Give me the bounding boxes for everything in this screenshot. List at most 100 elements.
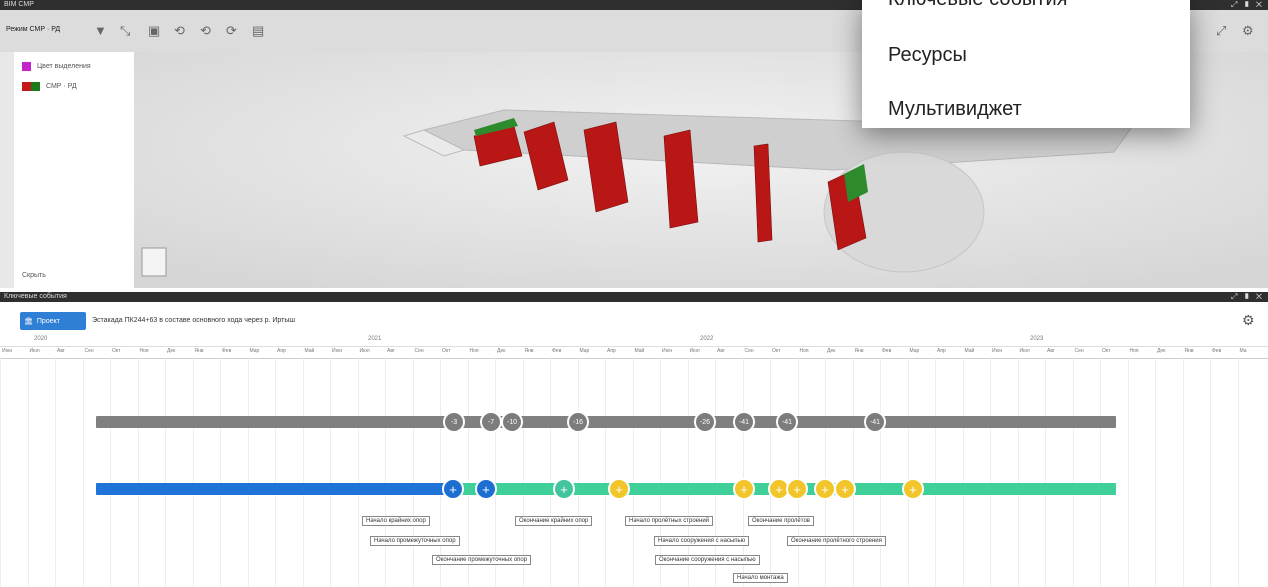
grid-line [82, 358, 84, 587]
red-swatch [22, 82, 31, 91]
event-marker[interactable]: -41 [733, 411, 755, 433]
grid-line [1210, 358, 1211, 587]
grid-line [1237, 358, 1239, 587]
settings-gear-icon[interactable]: ⚙ [1242, 23, 1254, 39]
month-label: Сен [414, 348, 424, 354]
grid-line [1100, 358, 1101, 587]
month-label: Сен [84, 348, 94, 354]
event-marker[interactable]: + [786, 478, 808, 500]
grid-line [825, 358, 826, 587]
menu-item-key-events[interactable]: Ключевые события [888, 0, 1067, 11]
building-icon: 🏛 [24, 318, 33, 325]
project-button-label: Проект [36, 317, 60, 325]
expand-icon[interactable]: ⤢ [1216, 23, 1226, 39]
event-marker[interactable]: -41 [776, 411, 798, 433]
save-icon[interactable]: ▤ [252, 23, 264, 39]
month-label: Дек [827, 348, 836, 354]
event-marker[interactable]: + [442, 478, 464, 500]
layers-icon[interactable]: ▣ [148, 23, 160, 39]
month-label: Окт [112, 348, 121, 354]
grid-line [1072, 358, 1074, 587]
legend-label: СМР · РД [46, 83, 77, 90]
month-label: Июл [359, 348, 370, 354]
filter-icon[interactable]: ▼ [94, 23, 107, 38]
grid-line [522, 358, 524, 587]
event-marker[interactable]: -41 [864, 411, 886, 433]
event-label: Начало крайних опор [362, 516, 430, 526]
grid-line [302, 358, 304, 587]
month-label: Авг [57, 348, 65, 354]
grid-line [165, 358, 166, 587]
month-label: Июн [332, 348, 343, 354]
arrows-icon[interactable]: ⤡ [120, 23, 130, 39]
bim-window-title: BIM СМР [4, 1, 34, 8]
window-controls[interactable]: ⤢ ▮ ✕ [1231, 0, 1264, 10]
event-label: Окончание промежуточных опор [432, 555, 532, 565]
month-label: Дек [497, 348, 506, 354]
mode-selector[interactable]: Режим СМР · РД [6, 26, 60, 33]
timeline-settings-icon[interactable]: ⚙ [1242, 312, 1255, 329]
grid-line [357, 358, 359, 587]
grid-line [632, 358, 634, 587]
project-button[interactable]: 🏛 Проект [20, 312, 86, 330]
event-marker[interactable]: + [834, 478, 856, 500]
rotate2-icon[interactable]: ⟲ [200, 23, 211, 39]
widget-menu: Ключевые события Ресурсы Мультивиджет [862, 0, 1190, 128]
event-marker[interactable]: -7 [480, 411, 502, 433]
grid-line [577, 358, 579, 587]
event-marker[interactable]: + [733, 478, 755, 500]
month-label: Мар [909, 348, 920, 354]
event-marker[interactable]: -26 [694, 411, 716, 433]
grid-line [660, 358, 661, 587]
month-label: Янв [524, 348, 534, 354]
grid-line [1127, 358, 1129, 587]
grid-line [715, 358, 716, 587]
event-marker[interactable]: + [553, 478, 575, 500]
month-label: Апр [607, 348, 616, 354]
grid-line [495, 358, 496, 587]
event-marker[interactable]: + [475, 478, 497, 500]
window-controls[interactable]: ⤢ ▮ ✕ [1231, 292, 1264, 302]
month-label: Ноя [1129, 348, 1139, 354]
month-label: Дек [1157, 348, 1166, 354]
month-label: Июн [2, 348, 13, 354]
month-label: Янв [854, 348, 864, 354]
event-label: Начало промежуточных опор [370, 536, 460, 546]
event-marker[interactable]: + [814, 478, 836, 500]
event-marker[interactable]: -16 [567, 411, 589, 433]
legend-item-smr[interactable]: СМР · РД [22, 82, 77, 91]
event-label: Окончание пролётов [748, 516, 814, 526]
event-marker[interactable]: -10 [501, 411, 523, 433]
grid-line [935, 358, 936, 587]
legend-label: Цвет выделения [37, 63, 91, 70]
month-label: Июл [689, 348, 700, 354]
event-label: Окончание сооружения с насыпью [655, 555, 760, 565]
event-marker[interactable]: -3 [443, 411, 465, 433]
month-label: Фев [222, 348, 232, 354]
grid-line [27, 358, 29, 587]
hide-legend-link[interactable]: Скрыть [22, 272, 46, 279]
menu-item-multiwidget[interactable]: Мультивиджет [888, 98, 1022, 121]
grid-line [605, 358, 606, 587]
grid-line [467, 358, 469, 587]
grid-line [1017, 358, 1019, 587]
month-label: Сен [744, 348, 754, 354]
month-label: Июн [662, 348, 673, 354]
legend-item-highlight[interactable]: Цвет выделения [22, 62, 91, 71]
grid-line [137, 358, 139, 587]
rotate3-icon[interactable]: ⟳ [226, 23, 237, 39]
month-label: Авг [387, 348, 395, 354]
menu-item-resources[interactable]: Ресурсы [888, 44, 967, 67]
nav-cube-icon [141, 247, 167, 277]
grid-line [110, 358, 111, 587]
month-label: Фев [552, 348, 562, 354]
grid-line [55, 358, 56, 587]
rotate-icon[interactable]: ⟲ [174, 23, 185, 39]
grid-line [385, 358, 386, 587]
year-label: 2023 [1030, 336, 1044, 342]
event-marker[interactable]: + [608, 478, 630, 500]
event-marker[interactable]: + [902, 478, 924, 500]
event-label: Начало пролётных строений [625, 516, 714, 526]
grid-line [550, 358, 551, 587]
month-label: Фев [882, 348, 892, 354]
